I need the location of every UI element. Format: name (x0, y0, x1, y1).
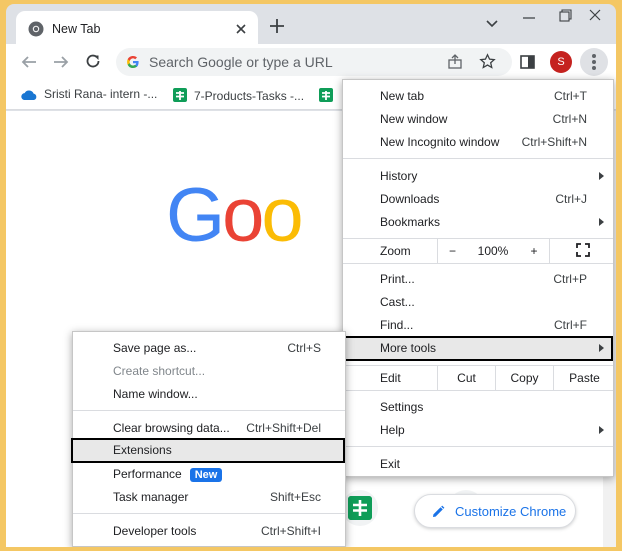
star-icon[interactable] (479, 53, 496, 70)
fullscreen-button[interactable] (549, 239, 615, 263)
menu-item-exit[interactable]: Exit (343, 453, 613, 476)
more-tools-submenu: Save page as... Ctrl+S Create shortcut..… (71, 331, 346, 547)
toolbar: Search Google or type a URL S (6, 44, 616, 80)
menu-item-history[interactable]: History (343, 165, 613, 188)
zoom-out-button[interactable]: − (437, 239, 467, 263)
maximize-icon[interactable] (558, 8, 572, 22)
menu-item-help[interactable]: Help (343, 419, 613, 442)
menu-item-incognito[interactable]: New Incognito window Ctrl+Shift+N (343, 131, 613, 154)
menu-item-task-manager[interactable]: Task manager Shift+Esc (73, 486, 345, 509)
menu-item-performance[interactable]: Performance New (73, 463, 345, 486)
zoom-level: 100% (477, 244, 509, 258)
menu-zoom-row: Zoom − 100% + (343, 239, 613, 263)
browser-window: New Tab Search Google or type a URL S Sr… (6, 4, 616, 547)
plus-icon[interactable] (268, 17, 286, 35)
cut-button[interactable]: Cut (437, 366, 495, 390)
share-icon[interactable] (447, 54, 463, 70)
menu-item-new-tab[interactable]: New tab Ctrl+T (343, 85, 613, 108)
tab-new-tab[interactable]: New Tab (16, 11, 258, 47)
forward-icon[interactable] (52, 53, 70, 71)
menu-item-more-tools[interactable]: More tools (343, 336, 613, 361)
menu-item-bookmarks[interactable]: Bookmarks (343, 211, 613, 234)
customize-label: Customize Chrome (455, 504, 567, 519)
pencil-icon (433, 505, 445, 517)
sheets-icon (319, 88, 333, 102)
omnibox[interactable]: Search Google or type a URL (116, 48, 512, 76)
chrome-icon (28, 21, 44, 37)
chrome-main-menu: New tab Ctrl+T New window Ctrl+N New Inc… (342, 79, 614, 477)
zoom-in-button[interactable]: + (519, 239, 549, 263)
menu-item-clear-browsing-data[interactable]: Clear browsing data... Ctrl+Shift+Del (73, 417, 345, 440)
back-icon[interactable] (20, 53, 38, 71)
menu-item-create-shortcut: Create shortcut... (113, 364, 206, 378)
google-logo: Goo (166, 173, 304, 258)
sheets-icon (348, 496, 372, 520)
menu-item-print[interactable]: Print... Ctrl+P (343, 268, 613, 291)
menu-item-settings[interactable]: Settings (343, 396, 613, 419)
copy-button[interactable]: Copy (495, 366, 553, 390)
menu-divider (343, 263, 613, 264)
reload-icon[interactable] (84, 52, 102, 70)
menu-item-cast[interactable]: Cast... (343, 291, 613, 314)
bookmark-item[interactable] (318, 87, 340, 103)
fullscreen-icon (575, 243, 590, 257)
menu-divider (73, 513, 345, 514)
chevron-right-icon (599, 344, 604, 352)
bookmark-item[interactable]: 7-Products-Tasks -... (172, 87, 304, 103)
chevron-right-icon (599, 172, 604, 180)
chevron-right-icon (599, 218, 604, 226)
menu-item-downloads[interactable]: Downloads Ctrl+J (343, 188, 613, 211)
menu-item-save-page[interactable]: Save page as... Ctrl+S (73, 337, 345, 360)
menu-divider (343, 390, 613, 391)
sheets-icon (173, 88, 187, 102)
new-badge: New (189, 468, 223, 482)
menu-item-name-window[interactable]: Name window... (73, 383, 345, 406)
tab-title: New Tab (52, 22, 101, 36)
onedrive-icon (21, 90, 37, 100)
avatar[interactable]: S (550, 51, 572, 73)
chevron-right-icon (599, 426, 604, 434)
more-menu-button[interactable] (580, 48, 608, 76)
paste-button[interactable]: Paste (553, 366, 615, 390)
menu-item-new-window[interactable]: New window Ctrl+N (343, 108, 613, 131)
close-icon[interactable] (232, 20, 250, 38)
menu-divider (73, 410, 345, 411)
google-g-icon (127, 56, 139, 68)
minimize-icon[interactable] (522, 10, 536, 24)
kebab-icon (592, 54, 596, 58)
bookmark-item[interactable]: Sristi Rana- intern -... (20, 87, 157, 101)
menu-item-find[interactable]: Find... Ctrl+F (343, 314, 613, 337)
chevron-down-icon[interactable] (486, 19, 498, 29)
window-close-icon[interactable] (588, 8, 602, 22)
menu-edit-row: Edit Cut Copy Paste (343, 366, 613, 390)
menu-divider (343, 446, 613, 447)
shortcut-tile[interactable] (342, 490, 378, 526)
search-input[interactable]: Search Google or type a URL (149, 54, 333, 70)
menu-divider (343, 158, 613, 159)
side-panel-icon[interactable] (520, 55, 535, 69)
customize-chrome-button[interactable]: Customize Chrome (414, 494, 576, 528)
menu-item-developer-tools[interactable]: Developer tools Ctrl+Shift+I (73, 520, 345, 543)
menu-item-extensions[interactable]: Extensions (71, 438, 345, 463)
